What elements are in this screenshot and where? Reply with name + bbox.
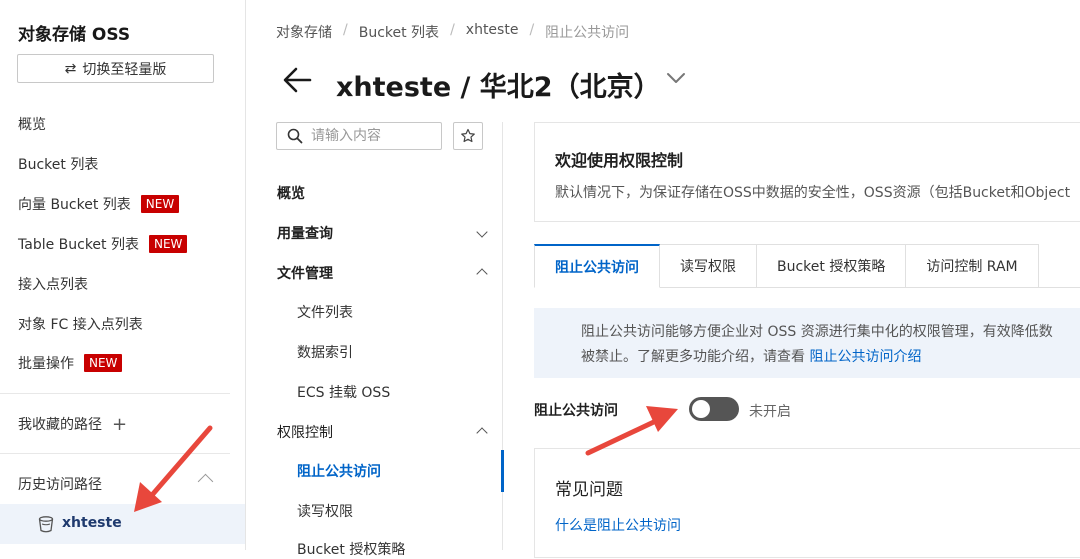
breadcrumb-current: 阻止公共访问 [545,25,630,41]
subnav-usage-query[interactable]: 用量查询 [277,223,333,243]
breadcrumb-separator: / [343,22,348,38]
sidebar-item-label: Bucket 列表 [18,157,99,173]
info-banner: 阻止公共访问能够方便企业对 OSS 资源进行集中化的权限管理，有效降低数 被禁止… [534,308,1080,378]
chevron-up-icon[interactable] [476,427,488,439]
switch-lite-label: 切换至轻量版 [82,61,167,78]
tab-block-public-access[interactable]: 阻止公共访问 [534,244,660,288]
welcome-title: 欢迎使用权限控制 [555,151,684,170]
subnav-block-public-access[interactable]: 阻止公共访问 [297,461,381,481]
history-paths-label: 历史访问路径 [18,477,102,493]
sidebar-divider [0,453,230,454]
new-badge: NEW [149,235,188,253]
chevron-up-icon[interactable] [476,268,488,280]
product-title: 对象存储 OSS [18,25,131,45]
back-arrow-icon[interactable] [282,66,312,94]
history-item-label: xhteste [62,515,122,531]
subnav-access-control[interactable]: 权限控制 [277,422,333,442]
info-link[interactable]: 阻止公共访问介绍 [809,349,921,365]
breadcrumb: 对象存储 / Bucket 列表 / xhteste / 阻止公共访问 [276,22,629,42]
sidebar-item-table-bucket-list[interactable]: Table Bucket 列表 NEW [18,234,188,254]
plus-icon[interactable]: + [112,414,127,435]
product-sidebar: 对象存储 OSS ⇄ 切换至轻量版 概览 Bucket 列表 向量 Bucket… [0,0,246,550]
sidebar-item-label: 概览 [18,117,46,133]
sidebar-item-label: 批量操作 [18,356,74,372]
search-icon [287,128,303,144]
welcome-description: 默认情况下，为保证存储在OSS中数据的安全性，OSS资源（包括Bucket和Ob… [555,185,1071,201]
search-box [276,122,442,150]
subnav-active-indicator [501,450,504,492]
breadcrumb-item[interactable]: Bucket 列表 [359,22,439,42]
favorite-button[interactable] [453,122,483,150]
favorite-paths[interactable]: 我收藏的路径 + [18,414,127,435]
favorite-paths-label: 我收藏的路径 [18,417,102,433]
welcome-card: 欢迎使用权限控制 默认情况下，为保证存储在OSS中数据的安全性，OSS资源（包括… [534,122,1080,222]
switch-lite-button[interactable]: ⇄ 切换至轻量版 [17,54,214,83]
breadcrumb-separator: / [529,22,535,38]
faq-link[interactable]: 什么是阻止公共访问 [555,515,681,535]
new-badge: NEW [84,354,123,372]
sidebar-item-label: 对象 FC 接入点列表 [18,317,143,333]
breadcrumb-item[interactable]: 对象存储 [276,22,332,42]
subnav-read-write-acl[interactable]: 读写权限 [297,501,353,521]
tab-read-write-acl[interactable]: 读写权限 [660,244,757,288]
bucket-icon [38,516,54,533]
info-text: 被禁止。了解更多功能介绍，请查看 [581,349,810,365]
sidebar-item-label: 接入点列表 [18,277,88,293]
subnav-overview[interactable]: 概览 [277,183,305,203]
tab-bucket-policy[interactable]: Bucket 授权策略 [757,244,907,288]
sidebar-divider [0,393,230,394]
tab-ram-access-control[interactable]: 访问控制 RAM [906,244,1039,288]
info-text-line2: 被禁止。了解更多功能介绍，请查看 阻止公共访问介绍 [581,346,921,366]
faq-title: 常见问题 [555,480,623,500]
history-paths-header[interactable]: 历史访问路径 [18,474,102,494]
chevron-down-icon[interactable] [476,226,488,238]
subnav-data-index[interactable]: 数据索引 [297,342,353,362]
sidebar-item-access-points[interactable]: 接入点列表 [18,274,88,294]
breadcrumb-item[interactable]: xhteste [466,22,519,42]
new-badge: NEW [140,195,180,213]
search-input[interactable] [311,126,435,146]
history-item[interactable]: xhteste [0,504,245,544]
star-icon [461,128,475,143]
sidebar-item-fc-access-points[interactable]: 对象 FC 接入点列表 [18,314,143,334]
page-title: xhteste / 华北2（北京） [336,72,661,103]
subnav-file-management[interactable]: 文件管理 [277,263,333,283]
faq-card: 常见问题 什么是阻止公共访问 [534,448,1080,558]
block-public-access-label: 阻止公共访问 [534,403,618,419]
sidebar-item-label: Table Bucket 列表 [18,237,139,253]
switch-status: 未开启 [749,404,791,420]
switch-knob [692,400,710,418]
sidebar-item-label: 向量 Bucket 列表 [18,197,131,213]
info-text: 阻止公共访问能够方便企业对 OSS 资源进行集中化的权限管理，有效降低数 [581,324,1053,340]
swap-icon: ⇄ [64,60,77,77]
sidebar-item-bucket-list[interactable]: Bucket 列表 [18,154,98,174]
block-public-access-switch[interactable] [689,397,739,421]
sidebar-item-overview[interactable]: 概览 [18,114,46,134]
permission-tabs: 阻止公共访问 读写权限 Bucket 授权策略 访问控制 RAM [534,244,1039,288]
sidebar-item-batch-operations[interactable]: 批量操作 NEW [18,353,123,373]
subnav-bucket-policy[interactable]: Bucket 授权策略 [297,539,405,559]
chevron-up-icon[interactable] [197,473,214,490]
chevron-down-icon[interactable] [666,71,686,85]
sidebar-item-vector-bucket-list[interactable]: 向量 Bucket 列表 NEW [18,194,180,214]
breadcrumb-separator: / [450,22,455,38]
subnav-file-list[interactable]: 文件列表 [297,302,353,322]
subnav-ecs-mount[interactable]: ECS 挂载 OSS [297,382,390,402]
